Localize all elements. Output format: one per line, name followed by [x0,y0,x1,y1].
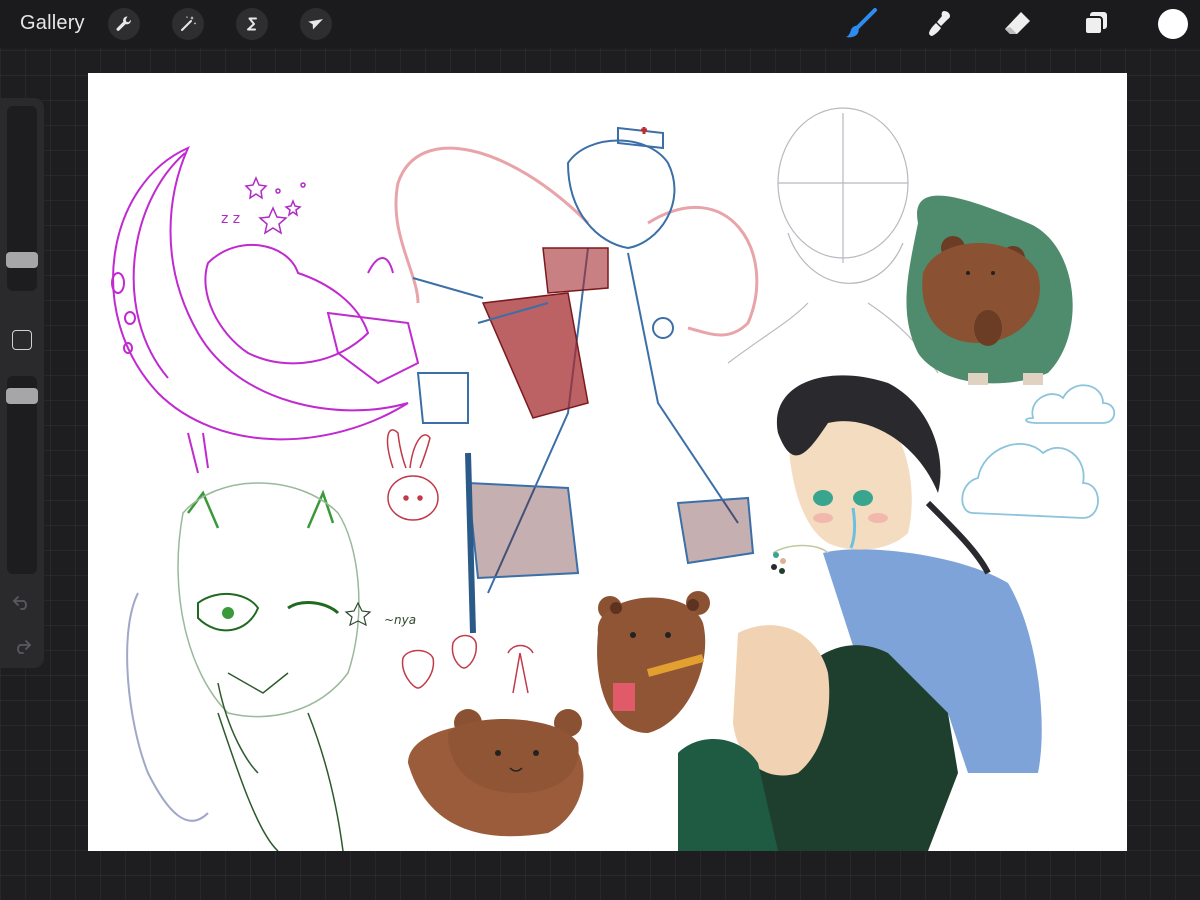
transform-button[interactable] [300,8,332,40]
nya-annotation: ~nya [384,613,417,627]
actions-button[interactable] [108,8,140,40]
selection-button[interactable] [236,8,268,40]
left-sidebar [0,98,44,668]
zz-annotation: z z [221,211,241,227]
color-picker-button[interactable] [1158,9,1188,39]
opacity-slider[interactable] [7,376,37,574]
modify-button[interactable] [12,330,32,350]
stars [244,176,306,235]
layers-icon [1084,12,1107,35]
brush-icon [846,8,877,38]
artwork [111,107,1116,851]
nurse-girl-sketch [394,126,759,634]
smudge-tool-button[interactable] [922,6,958,42]
cat-girl-sketch [126,482,372,851]
magic-wand-icon [181,16,197,31]
opacity-thumb[interactable] [6,388,38,404]
adjustments-button[interactable] [172,8,204,40]
wrench-icon [116,16,131,31]
smudge-icon [929,11,950,36]
undo-icon[interactable] [12,594,32,610]
drawing-canvas[interactable]: z z ~nya [88,73,1127,851]
cloud-sketches [961,384,1116,519]
selection-s-icon [247,17,257,31]
head-sketch [727,107,939,374]
eraser-tool-button[interactable] [1000,6,1036,42]
brown-bears [408,591,710,837]
eraser-icon [1005,12,1030,34]
arrow-cursor-icon [308,19,323,30]
layers-tool-button[interactable] [1078,6,1114,42]
brush-tool-button[interactable] [844,6,880,42]
color-dots [771,552,786,574]
bear-on-green-sketch [906,195,1073,385]
boy-sitting-drawing [678,375,1042,851]
moon-sketch [111,146,420,474]
top-toolbar: Gallery [0,0,1200,48]
redo-icon[interactable] [12,638,32,654]
gallery-button[interactable]: Gallery [20,12,85,35]
brush-size-thumb[interactable] [6,252,38,268]
